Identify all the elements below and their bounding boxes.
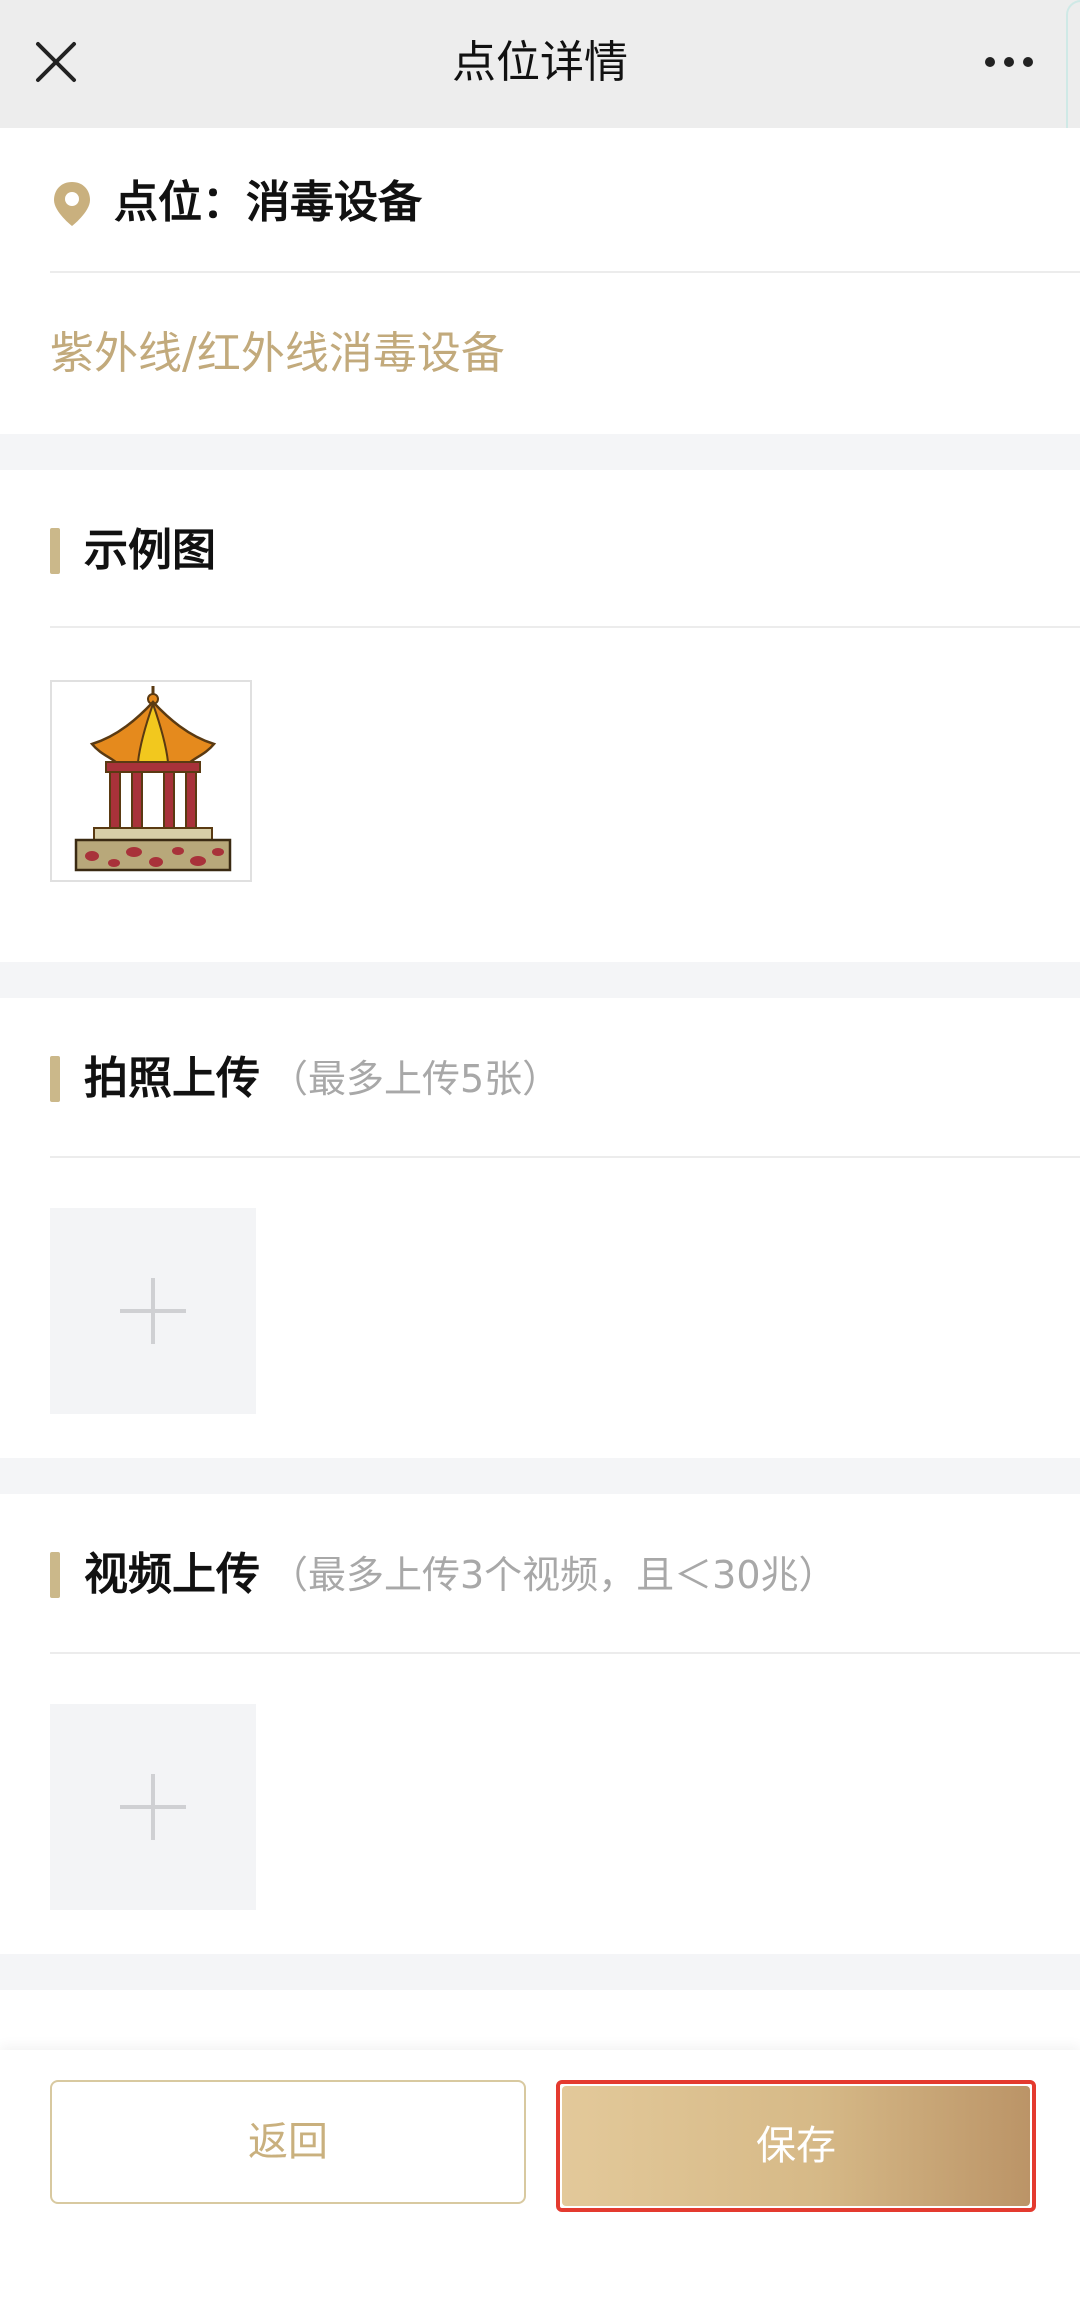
add-photo-button[interactable]	[50, 1208, 256, 1414]
point-description: 紫外线/红外线消毒设备	[50, 328, 505, 379]
save-button[interactable]: 保存	[562, 2086, 1030, 2206]
location-pin-icon	[52, 180, 92, 228]
back-button[interactable]: 返回	[50, 2080, 526, 2204]
point-name: 点位：消毒设备	[114, 177, 422, 228]
section-gap	[0, 962, 1080, 998]
section-accent-bar	[50, 1552, 60, 1598]
section-accent-bar	[50, 528, 60, 574]
photo-upload-hint: （最多上传5张）	[270, 1057, 561, 1101]
page-title: 点位详情	[452, 37, 628, 88]
example-image[interactable]	[50, 680, 252, 882]
point-detail-screen: 点位详情 点位：消毒设备 紫外线/红外线消毒设备 示例图 拍照上传 （最多上传5…	[0, 0, 1080, 2301]
pavilion-illustration	[74, 686, 232, 872]
section-gap	[0, 1458, 1080, 1494]
add-video-button[interactable]	[50, 1704, 256, 1910]
more-dots-icon[interactable]	[980, 44, 1040, 80]
section-gap	[0, 1954, 1080, 1990]
plus-icon	[120, 1278, 186, 1344]
example-image-section: 示例图	[0, 470, 1080, 962]
point-info-section: 点位：消毒设备 紫外线/红外线消毒设备	[0, 128, 1080, 434]
video-upload-section: 视频上传 （最多上传3个视频，且＜30兆）	[0, 1494, 1080, 1954]
section-accent-bar	[50, 1056, 60, 1102]
divider	[50, 1652, 1080, 1654]
video-section-title: 视频上传	[84, 1549, 260, 1600]
divider	[50, 1156, 1080, 1158]
bottom-action-bar: 返回 保存	[0, 2050, 1080, 2301]
example-section-title: 示例图	[84, 525, 216, 576]
video-upload-hint: （最多上传3个视频，且＜30兆）	[270, 1553, 837, 1597]
divider	[50, 626, 1080, 628]
plus-icon	[120, 1774, 186, 1840]
photo-section-title: 拍照上传	[84, 1053, 260, 1104]
section-gap	[0, 434, 1080, 470]
nav-bar: 点位详情	[0, 0, 1080, 128]
divider	[50, 271, 1080, 273]
photo-upload-section: 拍照上传 （最多上传5张）	[0, 998, 1080, 1458]
